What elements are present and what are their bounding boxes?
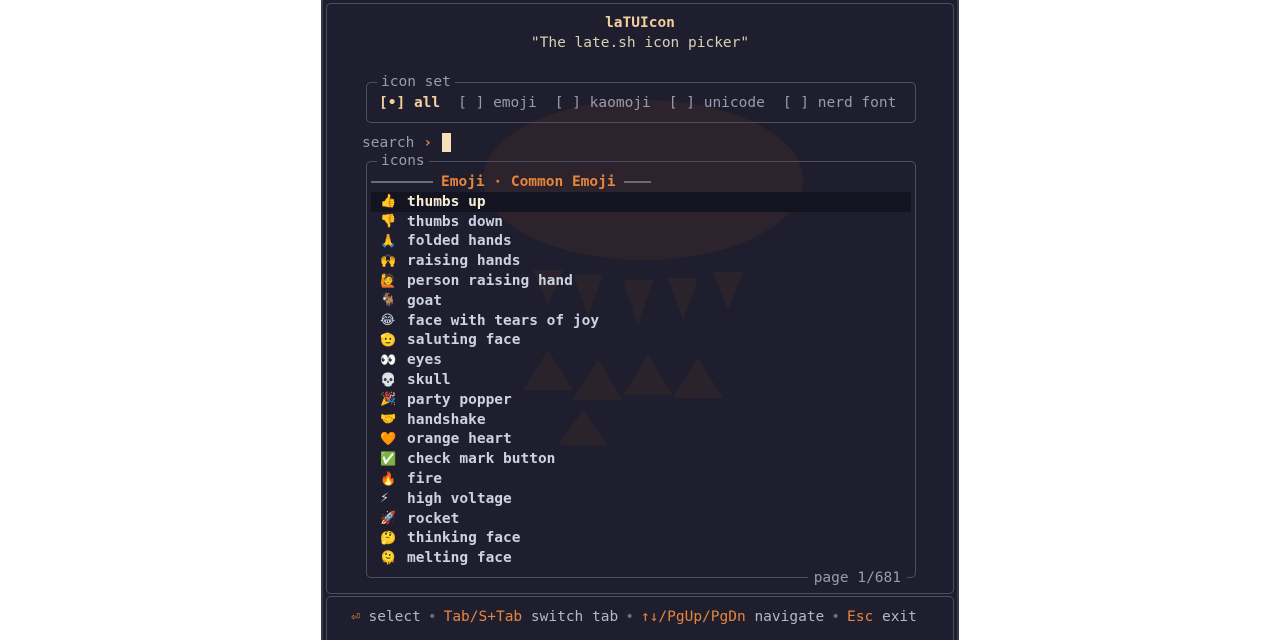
emoji-glyph: 🙌 (380, 253, 397, 269)
icon-row[interactable]: 🤝 handshake (371, 410, 911, 430)
icons-panel: icons Emoji · Common Emoji 👍 thumbs up 👎 th… (366, 152, 916, 587)
icon-list: 👍 thumbs up 👎 thumbs down 🙏 folded hands 🙌 rais… (371, 192, 911, 568)
search-prompt-icon: › (423, 134, 433, 151)
icon-row[interactable]: 🤔 thinking face (371, 529, 911, 549)
icon-row[interactable]: 🙌 raising hands (371, 251, 911, 271)
icon-row[interactable]: 🧡 orange heart (371, 430, 911, 450)
icon-name: eyes (407, 352, 442, 369)
icon-name: saluting face (407, 332, 521, 349)
icon-name: skull (407, 372, 451, 389)
emoji-glyph: 🫠 (380, 550, 397, 566)
option-nerd-font[interactable]: [ ] nerd font (783, 94, 897, 112)
app-subtitle: "The late.sh icon picker" (530, 35, 750, 51)
icon-name: folded hands (407, 233, 512, 250)
option-kaomoji[interactable]: [ ] kaomoji (555, 94, 651, 112)
icon-name: face with tears of joy (407, 312, 600, 329)
icon-row[interactable]: 🫠 melting face (371, 548, 911, 568)
icon-row[interactable]: 😂 face with tears of joy (371, 311, 911, 331)
icon-set-label: icon set (377, 73, 455, 91)
emoji-glyph: 🙋 (380, 273, 397, 289)
icon-name: party popper (407, 391, 512, 408)
emoji-glyph: 🎉 (380, 392, 397, 408)
icon-row[interactable]: 👀 eyes (371, 350, 911, 370)
tab-hint: switch tab (530, 609, 619, 625)
emoji-glyph: 👍 (380, 194, 397, 210)
icon-name: thumbs down (407, 213, 504, 230)
icon-name: goat (407, 292, 442, 309)
icon-row[interactable]: 🙋 person raising hand (371, 271, 911, 291)
icon-name: check mark button (407, 451, 556, 468)
icon-set-panel: icon set [•] all [ ] emoji [ ] kaomoji [… (366, 73, 916, 123)
exit-hint: exit (881, 609, 917, 625)
icon-row[interactable]: 🔥 fire (371, 469, 911, 489)
icon-row[interactable]: ✅ check mark button (371, 449, 911, 469)
search-label: search (362, 134, 415, 151)
emoji-glyph: ⚡ (380, 491, 390, 507)
esc-key: Esc (847, 609, 874, 625)
app-title: laTUIcon (605, 15, 675, 31)
icon-name: person raising hand (407, 273, 573, 290)
icon-name: raising hands (407, 253, 521, 270)
emoji-glyph: ✅ (380, 451, 397, 467)
emoji-glyph: 🚀 (380, 511, 397, 527)
option-emoji[interactable]: [ ] emoji (458, 94, 537, 112)
icon-name: high voltage (407, 490, 512, 507)
text-cursor (442, 133, 452, 152)
icon-name: orange heart (407, 431, 512, 448)
icon-set-options: [•] all [ ] emoji [ ] kaomoji [ ] unicod… (379, 94, 896, 112)
icon-name: handshake (407, 411, 486, 428)
emoji-glyph: 😂 (380, 313, 396, 329)
enter-key-icon: ⏎ (351, 609, 360, 625)
tab-key: Tab/S+Tab (443, 609, 523, 625)
nav-hint: navigate (754, 609, 825, 625)
icon-row[interactable]: 🚀 rocket (371, 509, 911, 529)
icon-name: fire (407, 471, 442, 488)
category-title: Emoji · Common Emoji (441, 174, 616, 190)
search-bar[interactable]: search › (362, 133, 452, 152)
icon-row[interactable]: 👎 thumbs down (371, 212, 911, 232)
icon-row[interactable]: 🙏 folded hands (371, 232, 911, 252)
option-unicode[interactable]: [ ] unicode (669, 94, 765, 112)
select-hint: select (368, 609, 421, 625)
category-header: Emoji · Common Emoji (371, 173, 911, 191)
emoji-glyph: 💀 (380, 372, 397, 388)
emoji-glyph: 🐐 (380, 293, 397, 309)
option-all[interactable]: [•] all (379, 94, 440, 112)
emoji-glyph: 🙏 (380, 233, 397, 249)
emoji-glyph: 🫡 (380, 332, 397, 348)
icons-label: icons (377, 152, 429, 170)
icon-row[interactable]: 🫡 saluting face (371, 331, 911, 351)
emoji-glyph: 🔥 (380, 471, 397, 487)
nav-key: ↑↓/PgUp/PgDn (640, 609, 746, 625)
emoji-glyph: 🤔 (380, 530, 397, 546)
icon-name: thinking face (407, 530, 521, 547)
icon-name: rocket (407, 510, 460, 527)
keybind-footer: ⏎ select • Tab/S+Tab switch tab • ↑↓/PgUp/Pg… (351, 609, 917, 625)
icon-row[interactable]: ⚡ high voltage (371, 489, 911, 509)
icon-name: thumbs up (407, 193, 486, 210)
icon-name: melting face (407, 550, 512, 567)
emoji-glyph: 👎 (380, 214, 397, 230)
icon-row[interactable]: 👍 thumbs up (371, 192, 911, 212)
icon-row[interactable]: 🎉 party popper (371, 390, 911, 410)
emoji-glyph: 👀 (380, 352, 397, 368)
page-indicator: page 1/681 (807, 569, 907, 587)
emoji-glyph: 🤝 (380, 412, 397, 428)
icon-row[interactable]: 💀 skull (371, 370, 911, 390)
terminal-window: laTUIcon "The late.sh icon picker" icon … (321, 0, 959, 640)
emoji-glyph: 🧡 (380, 431, 397, 447)
icon-row[interactable]: 🐐 goat (371, 291, 911, 311)
